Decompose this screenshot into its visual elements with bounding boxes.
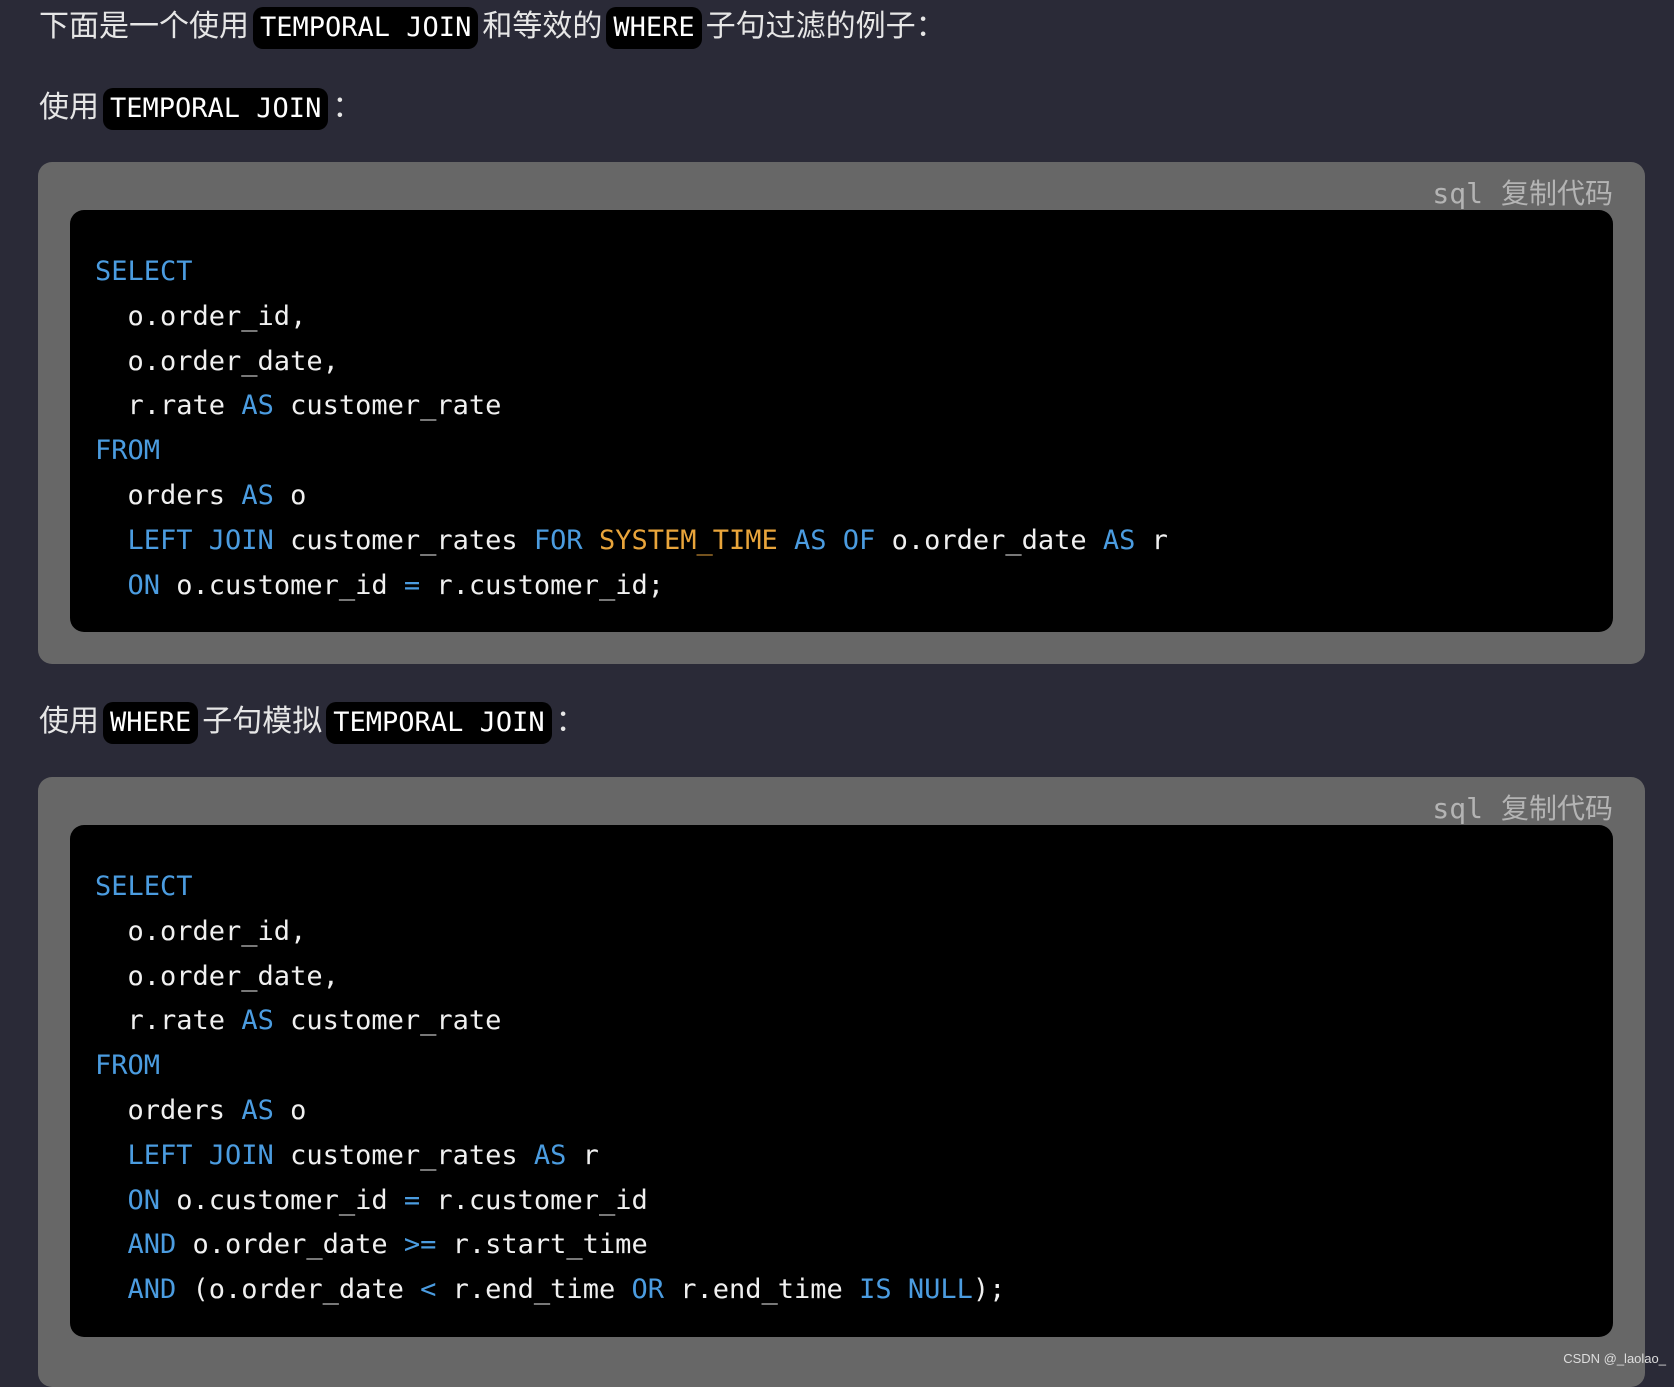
- sql-keyword: FROM: [95, 435, 161, 467]
- heading-text: 使用: [39, 90, 99, 125]
- sql-keyword: LEFT JOIN: [95, 1139, 274, 1171]
- inline-code: TEMPORAL JOIN: [326, 702, 552, 744]
- code-line: SELECT: [95, 250, 1613, 295]
- sql-keyword: FOR: [533, 524, 583, 556]
- code-line: AND (o.order_date < r.end_time OR r.end_…: [95, 1268, 1613, 1313]
- sql-keyword: AND: [95, 1274, 177, 1306]
- code-line: FROM: [95, 429, 1613, 474]
- code-line: o.order_date,: [95, 340, 1613, 385]
- sql-keyword: >=: [403, 1229, 437, 1261]
- code-line: AND o.order_date >= r.start_time: [95, 1223, 1613, 1268]
- sql-text: o: [273, 1094, 307, 1126]
- sql-highlight: SYSTEM_TIME: [598, 524, 778, 556]
- sql-text: orders: [95, 479, 242, 511]
- sql-keyword: ON: [95, 569, 161, 601]
- sql-keyword: AS: [533, 1139, 567, 1171]
- sql-keyword: =: [403, 1184, 421, 1216]
- code-line: orders AS o: [95, 474, 1613, 519]
- sql-keyword: LEFT JOIN: [95, 524, 274, 556]
- sql-text: r.customer_id: [420, 1184, 648, 1216]
- inline-code: WHERE: [103, 702, 199, 744]
- code-line: orders AS o: [95, 1089, 1613, 1134]
- copy-code-button[interactable]: 复制代码: [1501, 792, 1613, 825]
- copy-code-button[interactable]: 复制代码: [1501, 177, 1613, 210]
- sql-keyword: AS: [241, 479, 274, 511]
- code-line: SELECT: [95, 865, 1613, 910]
- code-line: o.order_id,: [95, 295, 1613, 340]
- intro-text: 子句过滤的例子：: [705, 9, 946, 44]
- code-line: FROM: [95, 1044, 1613, 1089]
- sql-text: r.rate: [95, 390, 242, 422]
- code-line: LEFT JOIN customer_rates AS r: [95, 1134, 1613, 1179]
- heading-where-clause: 使用 WHERE 子句模拟 TEMPORAL JOIN：: [39, 700, 586, 744]
- sql-text: );: [972, 1274, 1006, 1306]
- sql-keyword: AND: [95, 1229, 177, 1261]
- sql-text: o.order_date,: [95, 345, 339, 377]
- sql-text: customer_rates: [273, 524, 534, 556]
- intro-paragraph: 下面是一个使用 TEMPORAL JOIN 和等效的 WHERE 子句过滤的例子：: [39, 5, 946, 49]
- code-line: o.order_id,: [95, 910, 1613, 955]
- code-line: r.rate AS customer_rate: [95, 999, 1613, 1044]
- sql-keyword: AS: [1102, 524, 1136, 556]
- heading-text: ：: [555, 704, 586, 739]
- sql-text: r: [1135, 524, 1168, 556]
- sql-text: o.order_date: [875, 524, 1103, 556]
- sql-keyword: <: [420, 1274, 437, 1306]
- code-line: ON o.customer_id = r.customer_id;: [95, 564, 1613, 609]
- sql-keyword: =: [403, 569, 421, 601]
- sql-text: o: [273, 479, 307, 511]
- sql-keyword: OR: [631, 1274, 664, 1306]
- inline-code: TEMPORAL JOIN: [253, 7, 479, 49]
- sql-text: orders: [95, 1094, 242, 1126]
- sql-text: r.start_time: [436, 1229, 648, 1261]
- sql-text: r.customer_id;: [420, 569, 664, 601]
- intro-text: 和等效的: [482, 9, 603, 44]
- sql-text: customer_rate: [273, 390, 502, 422]
- sql-keyword: SELECT: [95, 256, 193, 287]
- heading-text: 子句模拟: [202, 704, 323, 739]
- language-label: sql: [1432, 177, 1483, 210]
- code-line: o.order_date,: [95, 955, 1613, 1000]
- code-line: ON o.customer_id = r.customer_id: [95, 1179, 1613, 1224]
- code-block-1: sql 复制代码 SELECT o.order_id, o.order_date,…: [38, 162, 1645, 664]
- sql-text: o.order_id,: [95, 915, 307, 947]
- sql-text: o.order_id,: [95, 300, 307, 332]
- heading-text: ：: [332, 90, 363, 125]
- sql-text: o.order_date: [176, 1229, 404, 1261]
- sql-keyword: SELECT: [95, 871, 193, 902]
- sql-keyword: AS OF: [794, 524, 876, 556]
- sql-text: customer_rates: [273, 1139, 534, 1171]
- code-line: LEFT JOIN customer_rates FOR SYSTEM_TIME…: [95, 519, 1613, 564]
- code-line: r.rate AS customer_rate: [95, 384, 1613, 429]
- inline-code: TEMPORAL JOIN: [103, 88, 329, 130]
- sql-keyword: FROM: [95, 1050, 161, 1082]
- sql-text: o.customer_id: [160, 569, 404, 601]
- sql-keyword: AS: [241, 390, 274, 422]
- sql-text: r.rate: [95, 1005, 242, 1037]
- inline-code: WHERE: [606, 7, 702, 49]
- sql-keyword: AS: [241, 1005, 274, 1037]
- watermark: CSDN @_laolao_: [1563, 1351, 1666, 1366]
- sql-keyword: AS: [241, 1094, 274, 1126]
- sql-text: o.order_date,: [95, 960, 339, 992]
- sql-text: (o.order_date: [176, 1274, 421, 1306]
- sql-text: o.customer_id: [160, 1184, 404, 1216]
- sql-keyword: IS NULL: [859, 1274, 973, 1306]
- code-content: SELECT o.order_id, o.order_date, r.rate …: [70, 825, 1613, 1337]
- language-label: sql: [1432, 792, 1483, 825]
- sql-text: r.end_time: [663, 1274, 860, 1306]
- sql-text: customer_rate: [273, 1005, 502, 1037]
- heading-text: 使用: [39, 704, 99, 739]
- sql-keyword: ON: [95, 1184, 161, 1216]
- code-block-2: sql 复制代码 SELECT o.order_id, o.order_date,…: [38, 777, 1645, 1387]
- code-content: SELECT o.order_id, o.order_date, r.rate …: [70, 210, 1613, 632]
- sql-text: r.end_time: [436, 1274, 632, 1306]
- heading-temporal-join: 使用 TEMPORAL JOIN：: [39, 86, 362, 130]
- intro-text: 下面是一个使用: [39, 9, 249, 44]
- sql-text: r: [566, 1139, 599, 1171]
